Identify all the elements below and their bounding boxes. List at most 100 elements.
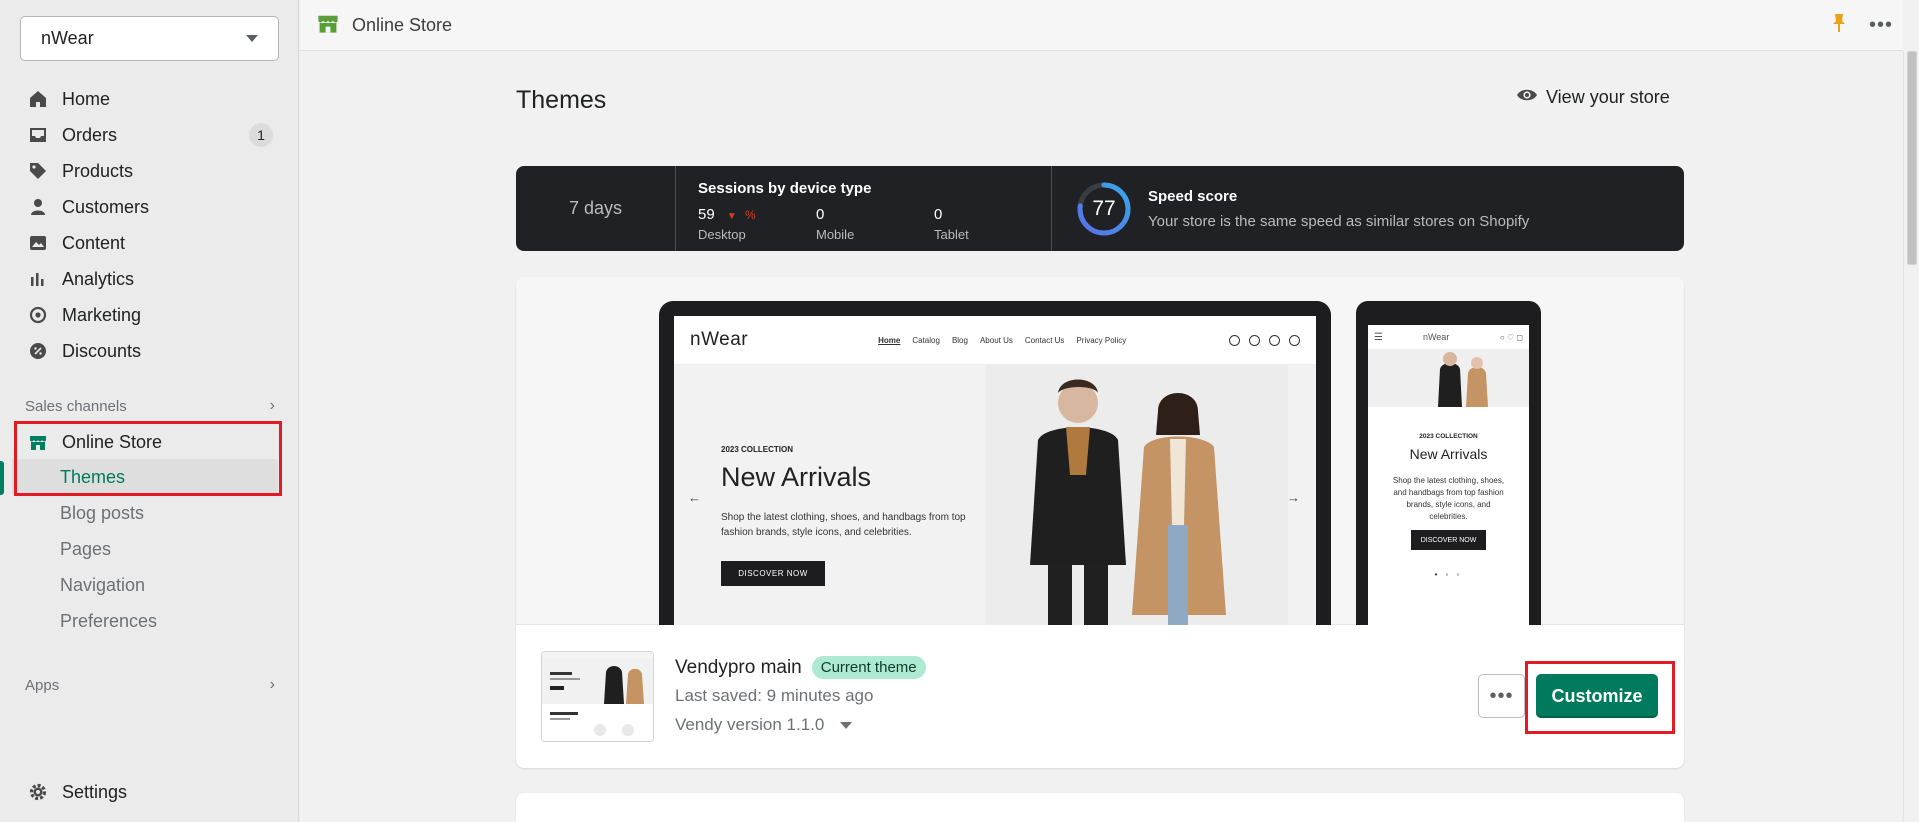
scrollbar[interactable] xyxy=(1903,51,1919,822)
view-store-label: View your store xyxy=(1546,87,1670,107)
metric-label: Mobile xyxy=(816,227,855,242)
eye-icon xyxy=(1516,87,1538,108)
current-theme-card: nWear Home Catalog Blog About Us Contact… xyxy=(516,277,1684,768)
search-icon xyxy=(1229,334,1240,346)
current-theme-badge: Current theme xyxy=(811,656,926,679)
nav-item-home[interactable]: Home xyxy=(0,81,298,117)
apps-header[interactable]: Apps › xyxy=(25,676,275,694)
stats-bar: 7 days Sessions by device type 59 ▼ % De… xyxy=(516,166,1684,251)
mobile-preview: ☰ nWear ○ ♡ ◻ 2023 COLLECTION New Arriva… xyxy=(1356,301,1541,625)
last-saved: Last saved: 9 minutes ago xyxy=(675,686,874,705)
caret-down-icon xyxy=(246,35,258,42)
site-nav-item: About Us xyxy=(979,335,1013,345)
hero-cta: DISCOVER NOW xyxy=(721,561,825,586)
more-actions-button[interactable]: ••• xyxy=(1478,674,1525,718)
pin-icon[interactable] xyxy=(1831,13,1847,38)
target-icon xyxy=(27,304,49,326)
orders-icon xyxy=(27,124,49,146)
speed-score-gauge: 77 xyxy=(1076,181,1132,237)
nav-label: Orders xyxy=(62,124,118,145)
caret-down-icon xyxy=(840,721,853,729)
cart-icon xyxy=(1289,334,1300,346)
nav-item-marketing[interactable]: Marketing xyxy=(0,297,298,333)
top-bar-title: Online Store xyxy=(352,14,453,35)
sub-item-label: Pages xyxy=(60,538,112,559)
speed-score-value: 77 xyxy=(1092,196,1116,220)
sales-channels-label: Sales channels xyxy=(25,397,127,415)
theme-preview: nWear Home Catalog Blog About Us Contact… xyxy=(516,277,1684,625)
site-nav-item: Home xyxy=(878,335,901,345)
nav-label: Discounts xyxy=(62,340,142,361)
sub-item-navigation[interactable]: Navigation xyxy=(0,567,280,603)
nav-item-analytics[interactable]: Analytics xyxy=(0,261,298,297)
metric-change: % xyxy=(744,208,756,222)
site-nav: Home Catalog Blog About Us Contact Us Pr… xyxy=(878,336,1126,345)
apps-label: Apps xyxy=(25,676,60,694)
wishlist-icon xyxy=(1269,334,1280,346)
mobile-cta: DISCOVER NOW xyxy=(1411,530,1486,550)
site-nav-item: Contact Us xyxy=(1024,335,1065,345)
home-icon xyxy=(27,88,49,110)
sidebar: nWear Home Orders 1 Products Customers C… xyxy=(0,0,299,822)
theme-info: Vendypro main Current theme Last saved: … xyxy=(516,626,1684,768)
nav-label: Marketing xyxy=(62,304,142,325)
tag-icon xyxy=(27,160,49,182)
orders-count-badge: 1 xyxy=(249,123,273,147)
highlight-box xyxy=(14,421,282,496)
hero-banner: ← → 2023 COLLECTION New Arrivals Shop th… xyxy=(674,365,1316,625)
metric-value: 0 xyxy=(816,206,825,223)
sub-item-preferences[interactable]: Preferences xyxy=(0,603,280,639)
theme-version-selector[interactable]: Vendy version 1.1.0 xyxy=(675,715,853,735)
nav-label: Products xyxy=(62,160,134,181)
period-selector[interactable]: 7 days xyxy=(516,166,676,251)
site-nav-item: Blog xyxy=(951,335,968,345)
nav-item-settings[interactable]: Settings xyxy=(0,774,298,810)
gear-icon xyxy=(27,781,49,803)
sales-channels-header[interactable]: Sales channels › xyxy=(25,397,275,415)
hero-collection: 2023 COLLECTION xyxy=(721,445,794,454)
theme-version: Vendy version 1.1.0 xyxy=(675,715,825,734)
more-options-icon[interactable]: ••• xyxy=(1869,14,1893,37)
sub-item-label: Blog posts xyxy=(60,502,145,523)
metric-value: 0 xyxy=(934,206,943,223)
metric-label: Tablet xyxy=(934,227,969,242)
page-title: Themes xyxy=(516,86,607,114)
sessions-panel[interactable]: Sessions by device type 59 ▼ % Desktop 0… xyxy=(676,166,1052,251)
mobile-hero-image xyxy=(1368,349,1529,407)
store-icon xyxy=(316,11,340,40)
metric-label: Desktop xyxy=(698,227,746,242)
carousel-dots: • ◦ ◦ xyxy=(1434,570,1463,579)
mobile-description: Shop the latest clothing, shoes, and han… xyxy=(1392,476,1505,521)
nav-item-products[interactable]: Products xyxy=(0,153,298,189)
nav-item-discounts[interactable]: Discounts xyxy=(0,333,298,369)
nav-item-content[interactable]: Content xyxy=(0,225,298,261)
desktop-preview: nWear Home Catalog Blog About Us Contact… xyxy=(659,301,1331,625)
scrollbar-thumb[interactable] xyxy=(1907,51,1917,265)
bar-chart-icon xyxy=(27,268,49,290)
view-store-link[interactable]: View your store xyxy=(1516,87,1670,108)
sub-item-blog-posts[interactable]: Blog posts xyxy=(0,495,280,531)
nav-item-customers[interactable]: Customers xyxy=(0,189,298,225)
theme-library-card xyxy=(516,793,1684,822)
sub-item-pages[interactable]: Pages xyxy=(0,531,280,567)
hero-headline: New Arrivals xyxy=(721,462,872,492)
top-bar: Online Store ••• xyxy=(300,0,1903,51)
nav-item-orders[interactable]: Orders 1 xyxy=(0,117,298,153)
site-nav-item: Catalog xyxy=(912,335,940,345)
sessions-heading: Sessions by device type xyxy=(698,180,872,197)
nav-label: Analytics xyxy=(62,268,135,289)
trend-down-icon: ▼ xyxy=(726,211,737,222)
mobile-headline: New Arrivals xyxy=(1409,446,1488,462)
hero-models-image xyxy=(986,365,1288,625)
store-name: nWear xyxy=(41,28,94,48)
prev-arrow-icon: ← xyxy=(688,490,701,505)
metric-tablet: 0 Tablet xyxy=(934,206,969,242)
site-nav-item: Privacy Policy xyxy=(1076,335,1127,345)
highlight-box xyxy=(1525,661,1675,734)
site-logo: nWear xyxy=(690,329,749,350)
speed-description: Your store is the same speed as similar … xyxy=(1148,212,1530,230)
speed-score-panel[interactable]: 77 Speed score Your store is the same sp… xyxy=(1052,166,1684,251)
store-selector[interactable]: nWear xyxy=(20,16,279,61)
account-icon xyxy=(1249,334,1260,346)
theme-name-row: Vendypro main Current theme xyxy=(675,656,926,679)
